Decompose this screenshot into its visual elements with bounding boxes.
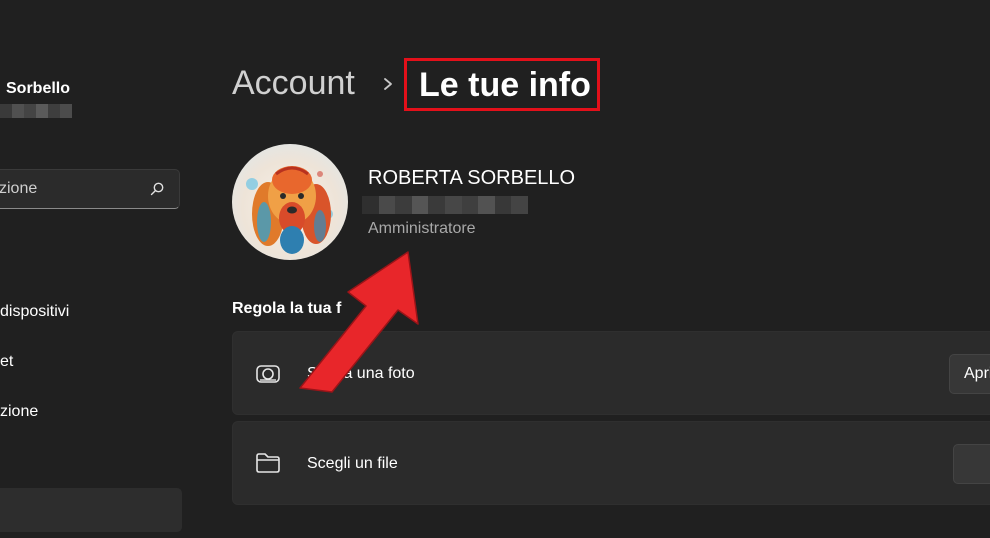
sidebar-item-rete-internet[interactable]: et <box>0 353 13 371</box>
breadcrumb-account[interactable]: Account <box>232 64 355 103</box>
choose-file-label: Scegli un file <box>307 455 398 472</box>
open-camera-button[interactable]: Apri <box>949 354 990 394</box>
page-title: Le tue info <box>419 66 591 104</box>
dog-painting-icon <box>246 166 333 254</box>
avatar <box>232 144 348 260</box>
settings-window: Sorbello zione dispositivi et zione Acco… <box>0 0 990 538</box>
search-input-text: zione <box>0 180 38 197</box>
search-icon[interactable] <box>149 181 165 197</box>
sidebar-item-account-selected[interactable] <box>0 488 182 532</box>
page-title-highlight: Le tue info <box>404 58 600 111</box>
sidebar-user-name: Sorbello <box>6 80 71 97</box>
sidebar: Sorbello zione dispositivi et zione <box>0 0 200 538</box>
open-camera-button-label: Apri <box>964 365 990 382</box>
take-photo-label: Scatta una foto <box>307 365 415 382</box>
chevron-right-icon <box>384 78 392 90</box>
search-input[interactable]: zione <box>0 169 180 209</box>
sidebar-item-dispositivi[interactable]: dispositivi <box>0 303 69 321</box>
folder-icon <box>256 453 280 473</box>
take-photo-card[interactable]: Scatta una foto Apri <box>232 331 990 415</box>
section-title: Regola la tua f <box>232 300 342 317</box>
profile-role: Amministratore <box>368 220 476 237</box>
sidebar-item-personalizzazione[interactable]: zione <box>0 403 38 421</box>
sidebar-user-email-pixelated <box>0 104 72 118</box>
choose-file-card[interactable]: Scegli un file <box>232 421 990 505</box>
profile-name: ROBERTA SORBELLO <box>368 167 576 189</box>
camera-icon <box>256 365 280 383</box>
profile-email-pixelated <box>362 196 528 214</box>
browse-files-button[interactable] <box>953 444 990 484</box>
